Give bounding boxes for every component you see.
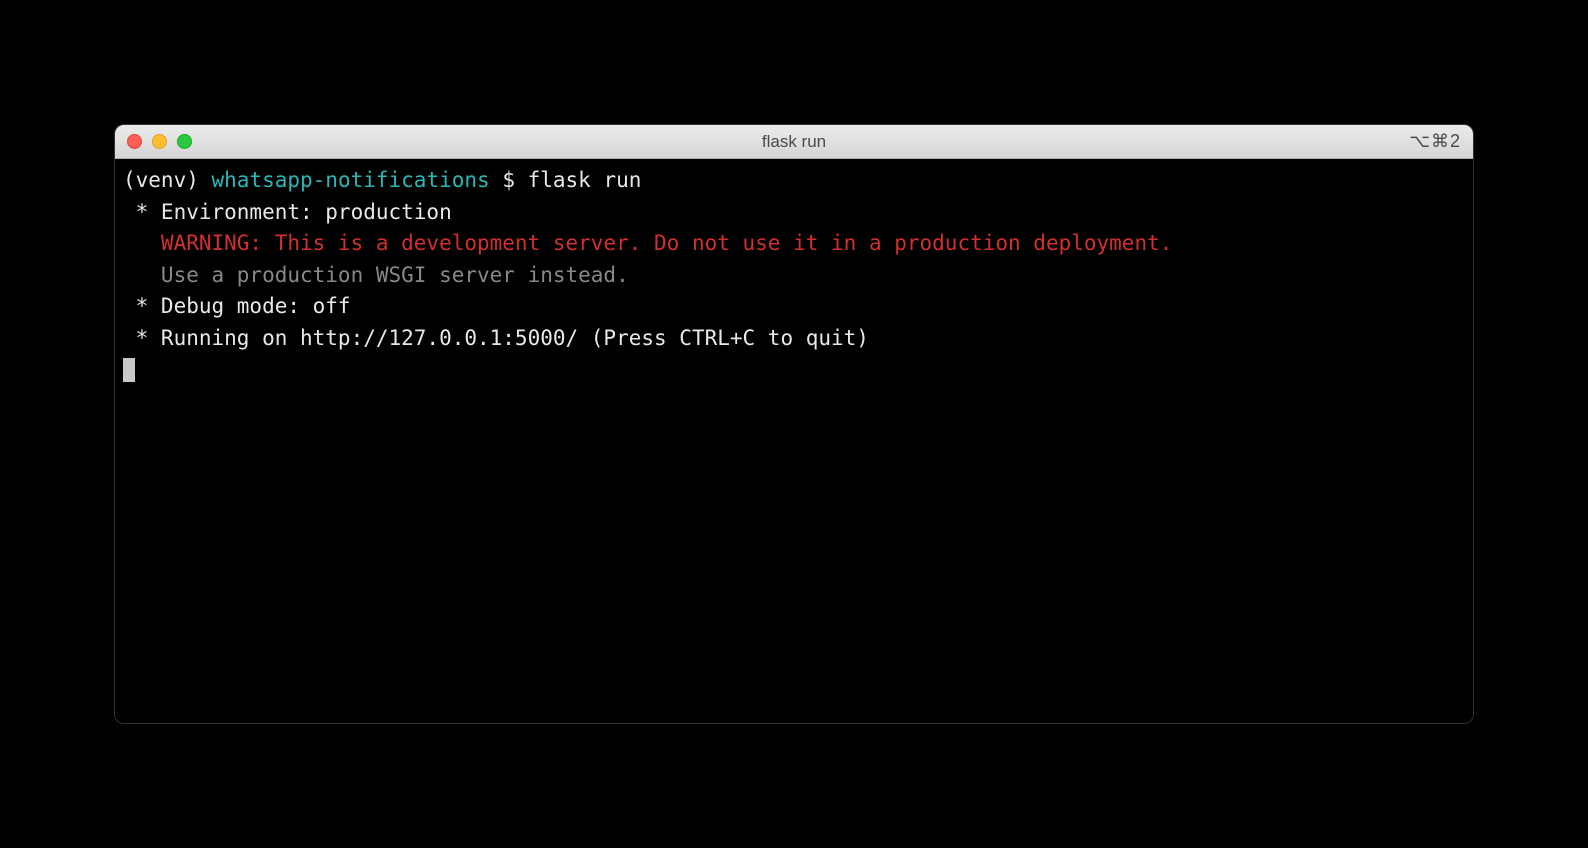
window-title: flask run [115,132,1473,152]
maximize-icon[interactable] [177,134,192,149]
output-running: * Running on http://127.0.0.1:5000/ (Pre… [123,323,1465,355]
minimize-icon[interactable] [152,134,167,149]
titlebar[interactable]: flask run ⌥⌘2 [115,125,1473,159]
prompt-env: (venv) [123,168,212,192]
close-icon[interactable] [127,134,142,149]
prompt-path: whatsapp-notifications [212,168,490,192]
command-text: flask run [528,168,642,192]
prompt-separator: $ [490,168,528,192]
output-debug: * Debug mode: off [123,291,1465,323]
cursor-icon [123,358,135,382]
output-warning: WARNING: This is a development server. D… [123,228,1465,260]
traffic-lights [127,134,192,149]
output-environment: * Environment: production [123,197,1465,229]
terminal-body[interactable]: (venv) whatsapp-notifications $ flask ru… [115,159,1473,723]
prompt-line: (venv) whatsapp-notifications $ flask ru… [123,165,1465,197]
output-wsgi-hint: Use a production WSGI server instead. [123,260,1465,292]
tab-shortcut-indicator: ⌥⌘2 [1409,131,1461,152]
cursor-line [123,354,1465,386]
terminal-window: flask run ⌥⌘2 (venv) whatsapp-notificati… [114,124,1474,724]
